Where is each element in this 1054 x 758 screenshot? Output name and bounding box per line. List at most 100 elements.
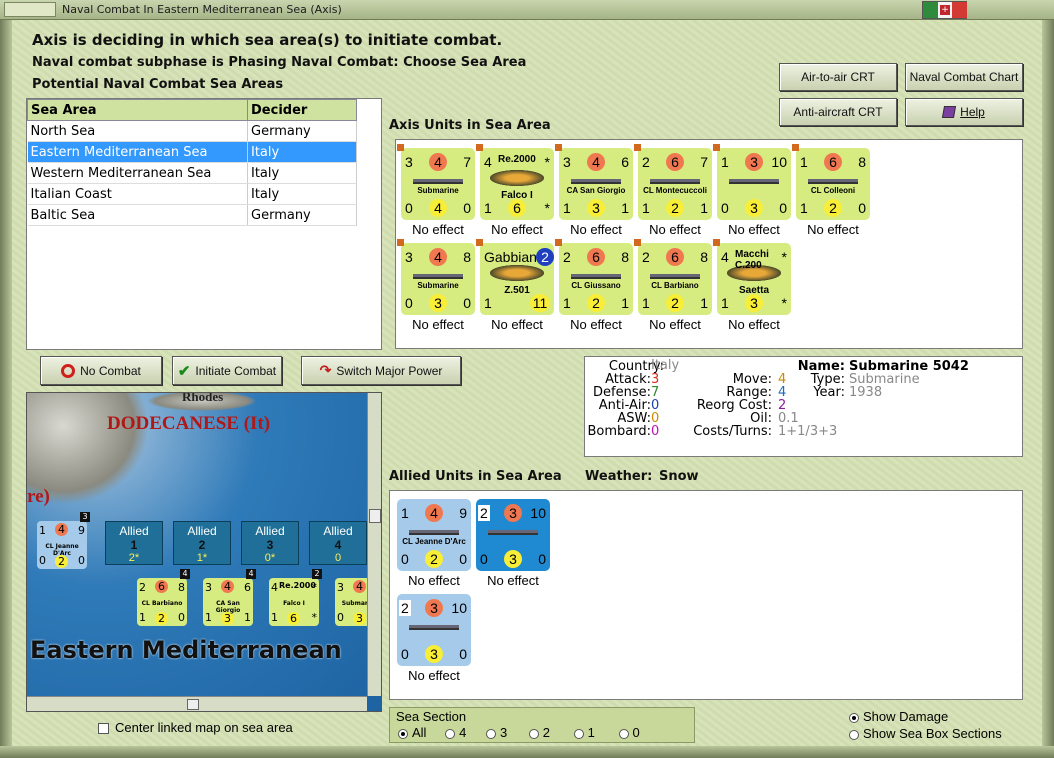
decider-cell: Italy — [247, 183, 357, 205]
asw-value: 1 — [700, 295, 708, 311]
defense-value: 8 — [463, 249, 471, 265]
move-circle: 3 — [504, 550, 522, 568]
sea-section-option-all[interactable]: All — [398, 725, 426, 740]
map-card-value: 9 — [78, 524, 85, 537]
map-unit-card[interactable]: 1 9 0 0 4 2 CL Jeanne D'Arc 3 — [37, 512, 90, 569]
defense-circle: 6 — [824, 153, 842, 171]
ship-icon — [409, 525, 459, 535]
unit-card[interactable]: 1 3 10 0 3 0 — [713, 144, 791, 220]
unit-info-panel: Country: Italy Attack: 3 Defense: 7 Anti… — [584, 356, 1023, 457]
map-horizontal-scrollbar[interactable] — [27, 696, 367, 711]
radio-2[interactable] — [528, 728, 539, 739]
unit-card[interactable]: 4 Macchi C.200 * Saetta 1 3 * — [713, 239, 791, 315]
asw-value: 0 — [779, 200, 787, 216]
show-sea-box-radio[interactable] — [849, 729, 859, 740]
unit-card[interactable]: 2 6 7 CL Montecuccoli 1 2 1 — [634, 144, 712, 220]
allied-sea-box[interactable]: Allied 1 2* — [105, 521, 163, 565]
radio-all[interactable] — [398, 728, 408, 739]
sea-section-option-1[interactable]: 1 — [573, 725, 595, 740]
map-label-dodecanese: DODECANESE (It) — [107, 413, 271, 434]
anti-aircraft-crt-button[interactable]: Anti-aircraft CRT — [779, 98, 897, 126]
radio-3[interactable] — [485, 728, 496, 739]
radio-0[interactable] — [618, 728, 629, 739]
antiair-value: 1 — [642, 200, 650, 216]
unit-card[interactable]: 3 4 6 CA San Giorgio 1 3 1 — [555, 144, 633, 220]
unit-card[interactable]: 4 Re.2000 * Falco I 1 6 * — [476, 144, 554, 220]
allied-box-number: 2 — [198, 538, 206, 552]
radio-4[interactable] — [445, 728, 456, 739]
radio-1[interactable] — [573, 728, 584, 739]
help-button[interactable]: Help — [905, 98, 1023, 126]
unit-card[interactable]: 1 6 8 CL Colleoni 1 2 0 — [792, 144, 870, 220]
map-card-label: Falco I — [283, 600, 305, 607]
sea-section-option-2[interactable]: 2 — [528, 725, 550, 740]
center-map-checkbox[interactable] — [98, 723, 109, 735]
show-sea-box-option[interactable]: Show Sea Box Sections — [849, 726, 1002, 741]
asw-value: * — [544, 200, 550, 216]
system-menu-button[interactable] — [4, 2, 56, 17]
unit-type-label: CL Montecuccoli — [643, 186, 707, 195]
map-card-value: 1 — [139, 611, 146, 624]
table-row-selected[interactable]: Eastern Mediterranean Sea Italy — [27, 141, 357, 163]
map-card-top: 6 — [155, 580, 168, 593]
column-header-sea-area: Sea Area — [27, 99, 248, 121]
sea-section-option-3[interactable]: 3 — [485, 725, 507, 740]
center-map-option[interactable]: Center linked map on sea area — [98, 720, 293, 735]
map-unit-card[interactable]: 3 6 1 1 4 3 CA San Giorgio 4 — [203, 569, 256, 626]
asw-value: 0 — [538, 551, 546, 567]
antiair-value: 1 — [484, 200, 492, 216]
linked-map[interactable]: Rhodes DODECANESE (It) re) Allied 1 2* Alli… — [26, 392, 382, 712]
marker-icon — [634, 239, 641, 246]
vertical-scroll-thumb[interactable] — [369, 509, 381, 523]
defense-circle: 4 — [429, 248, 447, 266]
air-to-air-crt-button[interactable]: Air-to-air CRT — [779, 63, 897, 91]
allied-sea-box[interactable]: Allied 2 1* — [173, 521, 231, 565]
map-vertical-scrollbar[interactable] — [367, 393, 381, 696]
unit-card[interactable]: 3 4 7 Submarine 0 4 0 — [397, 144, 475, 220]
horizontal-scroll-thumb[interactable] — [187, 699, 199, 710]
status-line: Axis is deciding in which sea area(s) to… — [32, 31, 503, 49]
unit-card[interactable]: 2 3 10 0 3 0 — [397, 594, 471, 666]
marker-icon — [555, 144, 562, 151]
unit-card[interactable]: 2 3 10 0 3 0 — [476, 499, 550, 571]
map-card-value: 1 — [39, 524, 46, 537]
asw-value: 0 — [463, 295, 471, 311]
frame-bottom — [0, 746, 1054, 758]
switch-major-power-button[interactable]: ↷ Switch Major Power — [301, 356, 461, 385]
table-row[interactable]: Italian Coast Italy — [27, 183, 357, 205]
allied-sea-box[interactable]: Allied 3 0* — [241, 521, 299, 565]
move-circle: 2 — [666, 294, 684, 312]
unit-card[interactable]: 1 4 9 CL Jeanne D'Arc 0 2 0 — [397, 499, 471, 571]
defense-value: 10 — [530, 505, 546, 521]
antiair-value: 0 — [401, 646, 409, 662]
table-row[interactable]: North Sea Germany — [27, 120, 357, 142]
defense-value: * — [781, 249, 787, 265]
sea-section-option-0[interactable]: 0 — [618, 725, 640, 740]
unit-card[interactable]: Gabbiano 2 Z.501 1 11 — [476, 239, 554, 315]
naval-combat-chart-button[interactable]: Naval Combat Chart — [905, 63, 1023, 91]
map-card-value: 6 — [244, 581, 251, 594]
unit-card[interactable]: 2 6 8 CL Barbiano 1 2 1 — [634, 239, 712, 315]
attack-value: 4 — [484, 154, 492, 170]
move-circle: 11 — [530, 294, 550, 312]
sea-section-option-4[interactable]: 4 — [445, 725, 466, 740]
map-unit-card[interactable]: 2 8 1 0 6 2 CL Barbiano 4 — [137, 569, 190, 626]
move-circle: 3 — [745, 294, 763, 312]
map-unit-card[interactable]: 4 * 1 * Re.2000 6 Falco I2 — [269, 569, 322, 626]
show-damage-option[interactable]: Show Damage — [849, 709, 948, 724]
no-combat-button[interactable]: No Combat — [40, 356, 162, 385]
table-row[interactable]: Baltic Sea Germany — [27, 204, 357, 226]
initiate-combat-button[interactable]: ✔ Initiate Combat — [172, 356, 282, 385]
allied-sea-box[interactable]: Allied 4 0 — [309, 521, 367, 565]
switch-major-power-label: Switch Major Power — [336, 363, 443, 378]
map-card-value: 3 — [205, 581, 212, 594]
unit-card[interactable]: 3 4 8 Submarine 0 3 0 — [397, 239, 475, 315]
ship-icon — [488, 525, 538, 535]
unit-type-label: Submarine — [417, 186, 459, 195]
table-row[interactable]: Western Mediterranean Sea Italy — [27, 162, 357, 184]
decider-cell: Germany — [247, 204, 357, 226]
allied-box-strength: 0 — [334, 552, 342, 564]
unit-card[interactable]: 2 6 8 CL Giussano 1 2 1 — [555, 239, 633, 315]
sea-section-options: All 4 3 2 1 0 — [398, 725, 640, 740]
show-damage-radio[interactable] — [849, 712, 859, 723]
